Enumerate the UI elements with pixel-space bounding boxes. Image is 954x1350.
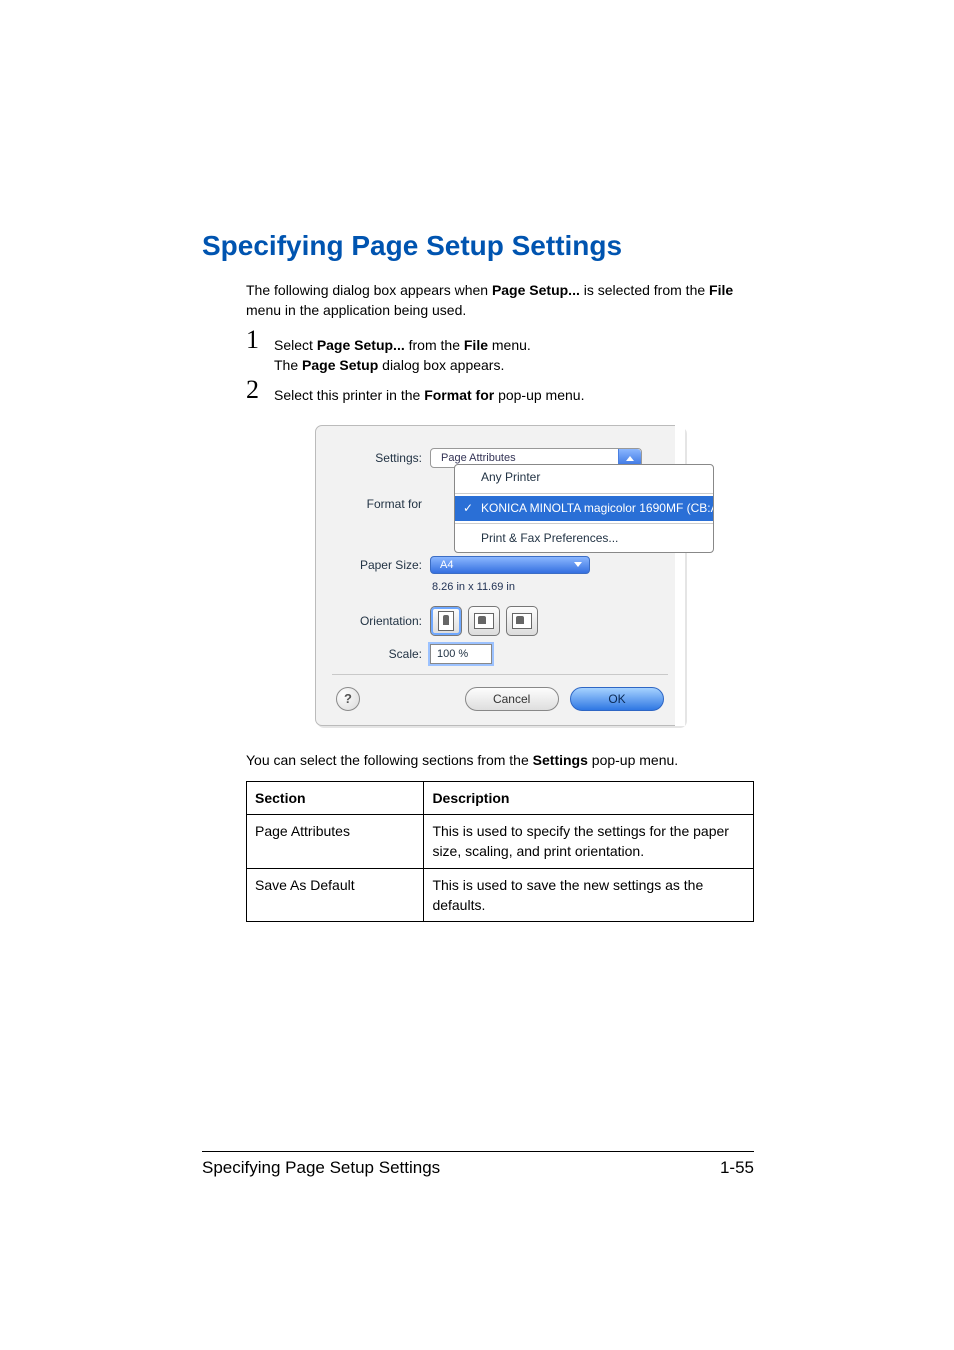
dropdown-bg bbox=[430, 556, 590, 574]
intro-text: The following dialog box appears when bbox=[246, 282, 492, 298]
step-text-part: menu. bbox=[488, 337, 531, 353]
paper-size-label: Paper Size: bbox=[336, 557, 422, 574]
step-bold: Page Setup... bbox=[317, 337, 405, 353]
dialog-footer: ? Cancel OK bbox=[336, 687, 664, 711]
ok-button[interactable]: OK bbox=[570, 687, 664, 711]
dialog-top-area: Settings: Page Attributes Format for Any… bbox=[336, 442, 664, 554]
table-cell: This is used to specify the settings for… bbox=[424, 815, 754, 869]
menu-separator bbox=[455, 493, 713, 494]
intro-bold: File bbox=[709, 282, 733, 298]
portrait-icon bbox=[438, 611, 454, 631]
format-for-menu[interactable]: Any Printer ✓ KONICA MINOLTA magicolor 1… bbox=[454, 464, 714, 552]
settings-lead: You can select the following sections fr… bbox=[246, 750, 754, 770]
settings-label: Settings: bbox=[336, 450, 422, 467]
menu-item-label: KONICA MINOLTA magicolor 1690MF (CB:A6:1… bbox=[481, 501, 714, 515]
table-row: Save As Default This is used to save the… bbox=[247, 868, 754, 922]
table-header-section: Section bbox=[247, 781, 424, 814]
intro-text: is selected from the bbox=[580, 282, 709, 298]
intro-text: menu in the application being used. bbox=[246, 302, 466, 318]
step-text-part: Select bbox=[274, 337, 317, 353]
cancel-button[interactable]: Cancel bbox=[465, 687, 559, 711]
menu-item-label: Print & Fax Preferences... bbox=[481, 531, 618, 545]
landscape-icon bbox=[512, 613, 532, 629]
step-text-part: from the bbox=[405, 337, 464, 353]
paper-dimensions: 8.26 in x 11.69 in bbox=[432, 580, 664, 596]
dialog-inner: Settings: Page Attributes Format for Any… bbox=[316, 426, 684, 725]
menu-separator bbox=[455, 523, 713, 524]
orientation-portrait-button[interactable] bbox=[430, 606, 462, 636]
menu-item-preferences[interactable]: Print & Fax Preferences... bbox=[455, 526, 713, 551]
step-bold: Page Setup bbox=[302, 357, 378, 373]
table-header-row: Section Description bbox=[247, 781, 754, 814]
step-bold: Format for bbox=[424, 387, 494, 403]
paper-size-dropdown[interactable]: A4 bbox=[430, 556, 590, 574]
orientation-row: Orientation: bbox=[336, 606, 664, 636]
dialog-divider bbox=[332, 674, 668, 675]
scale-label: Scale: bbox=[336, 646, 422, 663]
lead-text: pop-up menu. bbox=[588, 752, 678, 768]
table-cell: Save As Default bbox=[247, 868, 424, 922]
scale-row: Scale: 100 % bbox=[336, 644, 664, 664]
footer-title: Specifying Page Setup Settings bbox=[202, 1158, 440, 1178]
intro-bold: Page Setup... bbox=[492, 282, 580, 298]
step-text-part: pop-up menu. bbox=[494, 387, 584, 403]
step-text-part: Select this printer in the bbox=[274, 387, 424, 403]
dropdown-arrow-icon bbox=[574, 562, 582, 567]
check-icon: ✓ bbox=[463, 500, 473, 517]
step-text: Select this printer in the Format for po… bbox=[274, 385, 584, 405]
step-text: Select Page Setup... from the File menu.… bbox=[274, 335, 531, 376]
paper-size-row: Paper Size: A4 bbox=[336, 556, 664, 574]
table-row: Page Attributes This is used to specify … bbox=[247, 815, 754, 869]
table-cell: This is used to save the new settings as… bbox=[424, 868, 754, 922]
body-content: The following dialog box appears when Pa… bbox=[246, 280, 754, 922]
format-for-label: Format for bbox=[336, 496, 422, 513]
page-heading: Specifying Page Setup Settings bbox=[202, 230, 754, 262]
step-text-part: The bbox=[274, 357, 302, 373]
table-cell: Page Attributes bbox=[247, 815, 424, 869]
step-number: 2 bbox=[246, 377, 268, 403]
dialog-button-group: Cancel OK bbox=[457, 687, 664, 711]
settings-table: Section Description Page Attributes This… bbox=[246, 781, 754, 922]
menu-item-any-printer[interactable]: Any Printer bbox=[455, 465, 713, 490]
landscape-icon bbox=[474, 613, 494, 629]
step-number: 1 bbox=[246, 327, 268, 353]
page-setup-dialog: Settings: Page Attributes Format for Any… bbox=[315, 425, 685, 726]
table-header-description: Description bbox=[424, 781, 754, 814]
help-button[interactable]: ? bbox=[336, 687, 360, 711]
intro-paragraph: The following dialog box appears when Pa… bbox=[246, 280, 754, 321]
format-for-row: Format for bbox=[336, 496, 430, 513]
step-text-part: dialog box appears. bbox=[378, 357, 504, 373]
step-2: 2 Select this printer in the Format for … bbox=[246, 377, 754, 405]
orientation-landscape-left-button[interactable] bbox=[468, 606, 500, 636]
scale-input[interactable]: 100 % bbox=[430, 644, 492, 664]
lead-text: You can select the following sections fr… bbox=[246, 752, 533, 768]
step-1: 1 Select Page Setup... from the File men… bbox=[246, 327, 754, 376]
menu-item-selected-printer[interactable]: ✓ KONICA MINOLTA magicolor 1690MF (CB:A6… bbox=[455, 496, 713, 521]
orientation-label: Orientation: bbox=[336, 613, 422, 630]
step-bold: File bbox=[464, 337, 488, 353]
paper-size-value: A4 bbox=[440, 558, 453, 574]
orientation-landscape-right-button[interactable] bbox=[506, 606, 538, 636]
document-page: Specifying Page Setup Settings The follo… bbox=[0, 0, 954, 1350]
page-number: 1-55 bbox=[720, 1158, 754, 1178]
page-footer: Specifying Page Setup Settings 1-55 bbox=[202, 1151, 754, 1178]
lead-bold: Settings bbox=[533, 752, 588, 768]
menu-item-label: Any Printer bbox=[481, 470, 540, 484]
footer-row: Specifying Page Setup Settings 1-55 bbox=[202, 1158, 754, 1178]
footer-divider bbox=[202, 1151, 754, 1152]
